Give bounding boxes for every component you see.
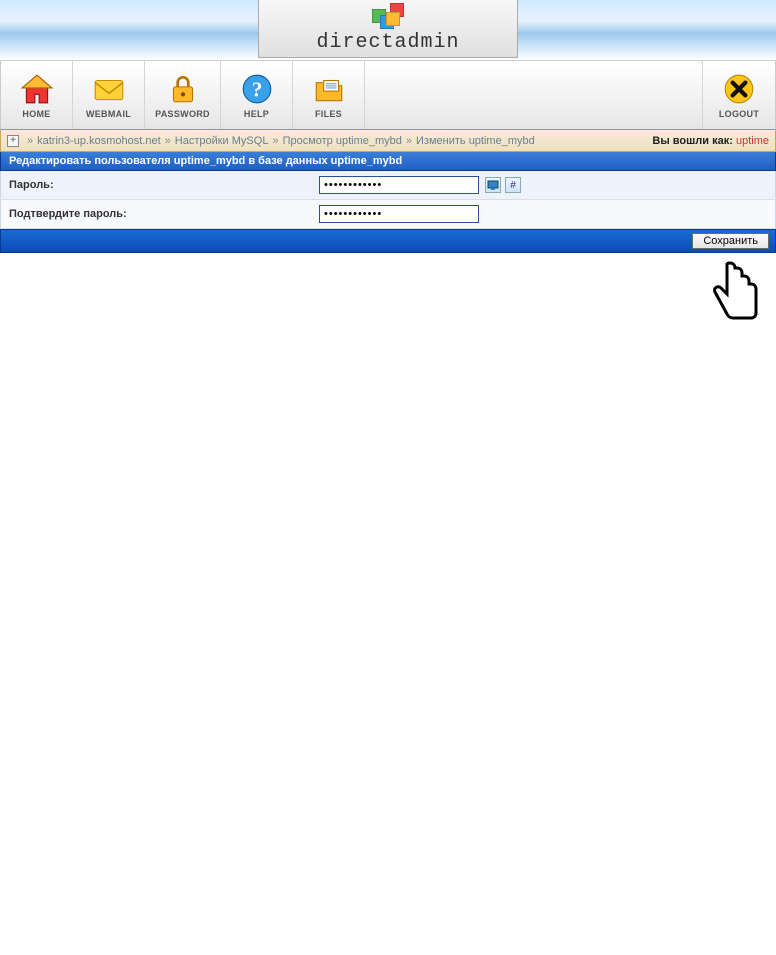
top-banner: directadmin xyxy=(0,0,776,60)
password-input[interactable] xyxy=(319,176,479,194)
files-button[interactable]: FILES xyxy=(293,61,365,129)
confirm-password-input[interactable] xyxy=(319,205,479,223)
logo-box: directadmin xyxy=(258,0,518,58)
cursor-pointer-icon xyxy=(707,260,763,338)
help-button[interactable]: ? HELP xyxy=(221,61,293,129)
action-bar: Сохранить xyxy=(0,229,776,253)
confirm-password-row: Подтвердите пароль: xyxy=(0,200,776,229)
breadcrumb-item-mysql[interactable]: Настройки MySQL xyxy=(175,135,269,147)
lock-icon xyxy=(166,72,200,106)
home-button[interactable]: HOME xyxy=(1,61,73,129)
files-label: FILES xyxy=(315,109,342,119)
login-info: Вы вошли как: uptime xyxy=(652,135,769,147)
home-label: HOME xyxy=(22,109,50,119)
breadcrumb-sep: » xyxy=(406,135,412,147)
breadcrumb-item-edit[interactable]: Изменить uptime_mybd xyxy=(416,135,535,147)
breadcrumb-item-view[interactable]: Просмотр uptime_mybd xyxy=(283,135,402,147)
section-heading: Редактировать пользователя uptime_mybd в… xyxy=(0,152,776,171)
breadcrumb-sep: » xyxy=(272,135,278,147)
password-label: Пароль: xyxy=(9,179,319,191)
breadcrumb-item-domain[interactable]: katrin3-up.kosmohost.net xyxy=(37,135,161,147)
logout-icon xyxy=(722,72,756,106)
webmail-label: WEBMAIL xyxy=(86,109,131,119)
logo-icon xyxy=(372,3,404,29)
breadcrumb-sep: » xyxy=(27,135,33,147)
password-button[interactable]: PASSWORD xyxy=(145,61,221,129)
login-user: uptime xyxy=(736,135,769,147)
expand-icon[interactable]: + xyxy=(7,135,19,147)
envelope-icon xyxy=(92,72,126,106)
logout-label: LOGOUT xyxy=(719,109,759,119)
monitor-icon[interactable] xyxy=(485,177,501,193)
breadcrumb: + » katrin3-up.kosmohost.net » Настройки… xyxy=(0,130,776,152)
brand-text: directadmin xyxy=(316,31,459,54)
home-icon xyxy=(20,72,54,106)
webmail-button[interactable]: WEBMAIL xyxy=(73,61,145,129)
breadcrumb-sep: » xyxy=(165,135,171,147)
logout-button[interactable]: LOGOUT xyxy=(703,61,775,129)
password-row: Пароль: # xyxy=(0,171,776,200)
password-label: PASSWORD xyxy=(155,109,210,119)
confirm-label: Подтвердите пароль: xyxy=(9,208,319,220)
folder-icon xyxy=(312,72,346,106)
main-toolbar: HOME WEBMAIL PASSWORD ? HELP FILES xyxy=(0,60,776,130)
toolbar-spacer xyxy=(365,61,703,129)
login-label: Вы вошли как: xyxy=(652,135,733,147)
help-icon: ? xyxy=(240,72,274,106)
help-label: HELP xyxy=(244,109,269,119)
save-button[interactable]: Сохранить xyxy=(692,233,769,249)
hash-icon[interactable]: # xyxy=(505,177,521,193)
svg-text:?: ? xyxy=(251,77,262,101)
